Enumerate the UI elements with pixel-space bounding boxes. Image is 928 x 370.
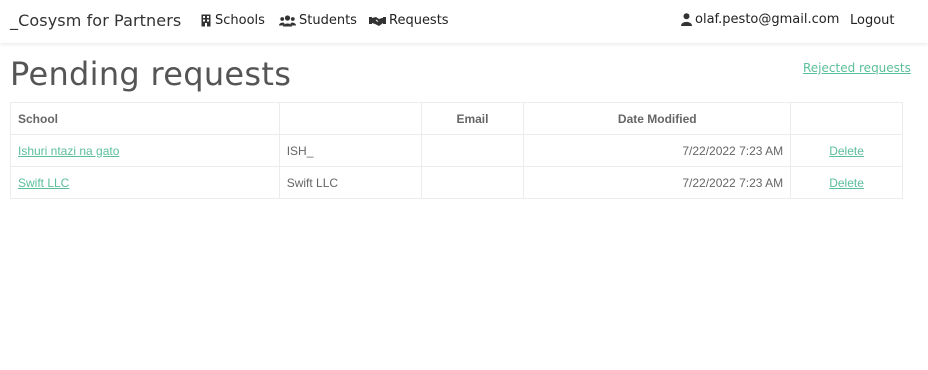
school-code-cell: ISH_ — [278, 134, 422, 167]
delete-link[interactable]: Delete — [829, 176, 864, 190]
action-cell: Delete — [790, 166, 903, 199]
handshake-icon — [369, 15, 389, 27]
brand-link[interactable]: _Cosysm for Partners — [10, 11, 181, 30]
top-navbar: _Cosysm for Partners Schools Students Re… — [0, 0, 928, 43]
rejected-requests-link[interactable]: Rejected requests — [803, 61, 911, 75]
nav-requests-label: Requests — [389, 13, 449, 28]
date-modified-cell: 7/22/2022 7:23 AM — [523, 166, 792, 199]
users-icon — [279, 14, 299, 27]
nav-requests[interactable]: Requests — [369, 13, 449, 28]
header-action — [790, 102, 903, 135]
header-school: School — [10, 102, 280, 135]
nav-schools[interactable]: Schools — [200, 13, 265, 28]
nav-students[interactable]: Students — [279, 13, 357, 28]
email-cell — [420, 166, 525, 199]
header-code — [278, 102, 422, 135]
page-title: Pending requests — [10, 55, 292, 93]
school-cell: Ishuri ntazi na gato — [10, 134, 280, 167]
header-date-modified: Date Modified — [523, 102, 792, 135]
user-icon — [681, 13, 695, 26]
logout-link[interactable]: Logout — [850, 13, 895, 28]
pending-requests-table: School Email Date Modified Ishuri ntazi … — [10, 102, 903, 199]
date-modified-cell: 7/22/2022 7:23 AM — [523, 134, 792, 167]
email-cell — [420, 134, 525, 167]
school-code-cell: Swift LLC — [278, 166, 422, 199]
school-link[interactable]: Swift LLC — [18, 176, 69, 190]
nav-schools-label: Schools — [215, 13, 265, 28]
school-cell: Swift LLC — [10, 166, 280, 199]
school-link[interactable]: Ishuri ntazi na gato — [18, 144, 119, 158]
nav-students-label: Students — [299, 13, 357, 28]
table-header-row: School Email Date Modified — [10, 102, 903, 135]
user-account-link[interactable]: olaf.pesto@gmail.com — [681, 12, 839, 27]
building-icon — [200, 14, 215, 27]
table-row: Swift LLC Swift LLC 7/22/2022 7:23 AM De… — [10, 166, 903, 199]
delete-link[interactable]: Delete — [829, 144, 864, 158]
user-email: olaf.pesto@gmail.com — [695, 12, 840, 27]
action-cell: Delete — [790, 134, 903, 167]
table-row: Ishuri ntazi na gato ISH_ 7/22/2022 7:23… — [10, 134, 903, 167]
header-email: Email — [420, 102, 525, 135]
